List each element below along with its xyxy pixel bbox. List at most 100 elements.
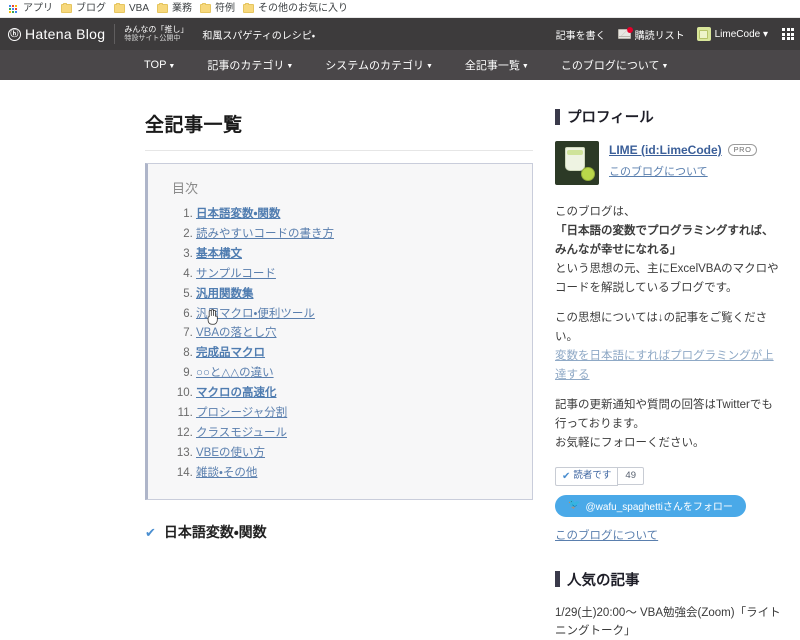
sidebar-about-blog-link[interactable]: このブログについて [555,527,782,543]
bookmark-label: その他のお気に入り [258,2,349,14]
list-item[interactable]: 汎用関数集 [196,285,512,305]
nav-item-article-category[interactable]: 記事のカテゴリ ▼ [191,57,309,73]
hatena-blog-logo-text: Hatena Blog [25,26,106,42]
sidebar-section-title-popular: 人気の記事 [555,569,782,590]
profile-desc-line1: このブログは、 [555,206,636,218]
twitter-follow-button[interactable]: 🐦 @wafu_spaghettiさんをフォロー [555,494,746,517]
bookmark-item-other[interactable]: その他のお気に入り [241,1,354,17]
toc-title: 目次 [172,181,199,196]
profile-name-row: LIME (id:LimeCode) PRO [609,143,758,157]
page-title: 全記事一覧 [145,110,533,151]
pro-badge: PRO [727,144,758,156]
toc-link[interactable]: 日本語変数・関数 [196,208,280,220]
profile-description: このブログは、 「日本語の変数でプログラミングすれば、みんなが幸せになれる」 と… [555,203,782,453]
sidebar-profile-title: プロフィール [567,110,654,126]
bookmark-label: VBA [129,2,150,14]
profile-about-link[interactable]: このブログについて [609,163,708,179]
reader-button-group: ✔ 読者です 49 [555,466,782,486]
table-of-contents: 目次 日本語変数・関数 読みやすいコードの書き方 基本構文 サンプルコード 汎用… [145,163,533,501]
header-divider [114,24,116,44]
toc-link[interactable]: プロシージャ分割 [196,407,287,419]
toc-link[interactable]: 基本構文 [196,248,242,260]
bookmark-item-blog[interactable]: ブログ [59,1,112,17]
toc-link[interactable]: 完成品マクロ [196,347,265,360]
nav-label: 記事のカテゴリ [207,60,285,72]
list-item[interactable]: 読みやすいコードの書き方 [196,225,512,245]
app-grid-icon[interactable] [782,28,794,40]
write-entry-label: 記事を書く [555,30,606,42]
nav-item-system-category[interactable]: システムのカテゴリ ▼ [309,57,449,73]
toc-link[interactable]: サンプルコード [196,268,276,280]
bookmark-item-apps[interactable]: アプリ [4,1,59,17]
toc-link[interactable]: ○○と△△の違い [196,367,274,379]
apps-grid-icon [9,4,17,13]
list-item[interactable]: プロシージャ分割 [196,404,512,424]
header-campaign-link[interactable]: 和風スパゲティのレシピ・ [202,27,315,42]
reader-count-badge[interactable]: 49 [618,466,644,486]
nav-label: このブログについて [560,60,660,72]
list-item[interactable]: VBAの落とし穴 [196,324,512,344]
subscription-list-label: 購読リスト [634,30,685,42]
profile-desc-line5: お気軽にフォローください。 [555,436,705,449]
profile-info: LIME (id:LimeCode) PRO このブログについて [609,141,758,179]
blog-navigation-bar: TOP ▼ 記事のカテゴリ ▼ システムのカテゴリ ▼ 全記事一覧 ▼ このブロ… [0,50,800,80]
list-item[interactable]: 1/29(土)20:00〜 VBA勉強会(Zoom)「ライトニングトーク」 [555,604,782,640]
list-item[interactable]: 基本構文 [196,245,512,265]
profile-name-link[interactable]: LIME (id:LimeCode) [609,143,722,157]
chevron-down-icon: ▼ [521,62,529,70]
section-bar-icon [555,108,560,125]
bookmark-label: アプリ [23,2,53,14]
toc-link[interactable]: マクロの高速化 [196,387,277,399]
profile-row: LIME (id:LimeCode) PRO このブログについて [555,141,782,185]
toc-link[interactable]: VBEの使い方 [196,447,265,459]
popular-articles-block: 人気の記事 1/29(土)20:00〜 VBA勉強会(Zoom)「ライトニングト… [555,569,782,640]
list-item[interactable]: サンプルコード [196,265,512,285]
sidebar-section-title-profile: プロフィール [555,106,782,127]
list-item[interactable]: マクロの高速化 [196,384,512,404]
toc-link[interactable]: 汎用マクロ・便利ツール [196,308,315,320]
bookmark-item-examples[interactable]: 符例 [198,1,241,17]
bookmark-item-vba[interactable]: VBA [112,1,155,17]
list-item[interactable]: VBEの使い方 [196,444,512,464]
subscription-list-button[interactable]: 購読リスト [617,27,685,42]
folder-icon [243,3,255,13]
browser-bookmark-bar: アプリ ブログ VBA 業務 符例 その他のお気に入り [0,0,800,18]
check-icon: ✔ [145,524,156,540]
list-item[interactable]: 雑談・その他 [196,463,512,483]
folder-icon [200,3,212,13]
profile-desc-line3: この思想については↓の記事をご覧ください。 [555,311,768,343]
toc-link[interactable]: 汎用関数集 [196,288,254,300]
profile-desc-article-link[interactable]: 変数を日本語にすればプログラミングが上達する [555,347,782,385]
folder-icon [157,3,169,13]
write-entry-button[interactable]: 記事を書く [556,27,606,42]
toc-link[interactable]: クラスモジュール [196,427,287,439]
nav-item-about-blog[interactable]: このブログについて ▼ [545,57,685,73]
nav-item-all-articles[interactable]: 全記事一覧 ▼ [449,57,545,73]
list-item[interactable]: クラスモジュール [196,424,512,444]
folder-icon [61,3,72,13]
chevron-down-icon: ▼ [286,62,294,70]
nav-label: システムのカテゴリ [325,60,424,72]
nav-item-top[interactable]: TOP ▼ [128,59,191,71]
profile-avatar[interactable] [555,141,599,185]
list-item[interactable]: 汎用マクロ・便利ツール [196,304,512,324]
user-menu-button[interactable]: LimeCode ▾ [696,27,768,41]
subscribe-reader-label: 読者です [573,469,612,481]
chevron-down-icon: ▼ [661,62,669,70]
section-heading-label: 日本語変数・関数 [163,524,267,541]
hatena-blog-logo[interactable]: ⓗ Hatena Blog [8,26,105,42]
toc-list: 日本語変数・関数 読みやすいコードの書き方 基本構文 サンプルコード 汎用関数集… [170,205,512,483]
bookmark-item-work[interactable]: 業務 [155,1,198,17]
toc-link[interactable]: 読みやすいコードの書き方 [196,228,334,240]
toc-link[interactable]: 雑談・その他 [196,467,257,479]
list-item[interactable]: 完成品マクロ [196,344,512,364]
folder-icon [114,3,125,13]
list-item[interactable]: 日本語変数・関数 [196,205,512,225]
subscribe-reader-button[interactable]: ✔ 読者です [555,466,619,486]
header-promo[interactable]: みんなの「推し」 特設サイト公開中 [124,25,188,44]
toc-link[interactable]: VBAの落とし穴 [196,327,277,340]
list-item[interactable]: ○○と△△の違い [196,364,512,384]
bookmark-label: 符例 [215,2,236,14]
twitter-bird-icon: 🐦 [568,499,581,511]
